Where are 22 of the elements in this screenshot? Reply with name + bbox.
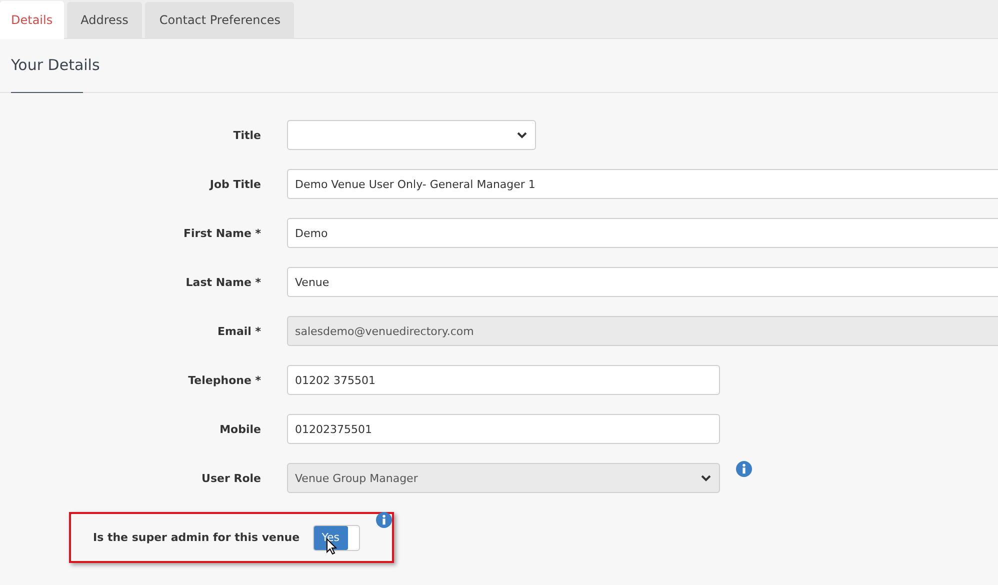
field-label: Mobile bbox=[218, 422, 261, 436]
field-label: Job Title bbox=[208, 178, 261, 190]
field-label: Last Name * bbox=[184, 276, 261, 288]
input-field[interactable]: Demo bbox=[287, 218, 998, 248]
input-field[interactable]: 01202375501 bbox=[287, 414, 720, 444]
field-label: User Role bbox=[200, 472, 261, 484]
section-heading: Your Details bbox=[11, 55, 100, 75]
tab[interactable]: Contact Preferences bbox=[145, 2, 294, 38]
input-field[interactable]: 01202 375501 bbox=[287, 365, 720, 395]
field-label: Title bbox=[232, 128, 261, 142]
chevron-icon bbox=[517, 132, 527, 138]
field-label: First Name * bbox=[182, 226, 261, 240]
info-icon[interactable] bbox=[376, 512, 392, 528]
tab[interactable]: Address bbox=[66, 2, 142, 38]
input-field[interactable]: Venue bbox=[287, 267, 998, 297]
field-label: Email * bbox=[216, 324, 261, 338]
input-field[interactable]: Demo Venue User Only- General Manager 1 bbox=[287, 169, 998, 199]
chevron-icon bbox=[701, 474, 711, 482]
select-field[interactable] bbox=[287, 120, 536, 150]
field-label: Telephone * bbox=[187, 374, 261, 386]
tab[interactable]: Details bbox=[0, 1, 64, 39]
field-label: Is the super admin for this venue bbox=[93, 531, 300, 544]
